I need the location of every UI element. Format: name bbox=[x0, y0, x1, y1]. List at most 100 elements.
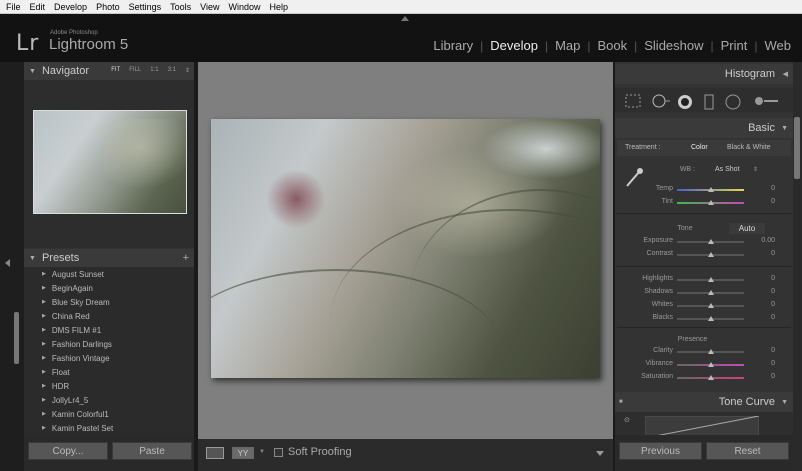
slider-thumb[interactable] bbox=[707, 290, 714, 295]
preset-item[interactable]: ▶ Fashion Darlings bbox=[24, 337, 194, 351]
loupe-view-icon[interactable] bbox=[206, 447, 224, 459]
left-panel: ▼ Navigator FIT FILL 1:1 3:1 ⇕ ▼ Presets… bbox=[24, 62, 194, 471]
folder-triangle-icon: ▶ bbox=[42, 425, 46, 431]
right-panel: Histogram ◀ Basic ▼ Treatment : Color Bl… bbox=[615, 62, 793, 471]
left-scrollbar[interactable] bbox=[14, 312, 19, 364]
paste-button[interactable]: Paste bbox=[112, 442, 192, 460]
folder-triangle-icon: ▶ bbox=[42, 327, 46, 333]
graduated-filter-icon[interactable] bbox=[703, 94, 715, 110]
menu-view[interactable]: View bbox=[200, 2, 219, 12]
zoom-fill[interactable]: FILL bbox=[129, 67, 141, 74]
preset-label: Float bbox=[51, 367, 70, 377]
basic-header[interactable]: Basic ▼ bbox=[615, 118, 793, 138]
preset-label: HDR bbox=[51, 381, 70, 391]
before-after-button[interactable]: YY bbox=[232, 447, 254, 459]
module-develop[interactable]: Develop bbox=[483, 38, 545, 53]
slider-value[interactable]: 0 bbox=[753, 314, 775, 321]
treatment-black-white[interactable]: Black & White bbox=[727, 144, 771, 151]
zoom-1-1[interactable]: 1:1 bbox=[150, 67, 158, 74]
preset-item[interactable]: ▶ DMS FILM #1 bbox=[24, 323, 194, 337]
preset-item[interactable]: ▶ Kamin Pastel Set bbox=[24, 421, 194, 435]
reset-button[interactable]: Reset bbox=[706, 442, 789, 460]
module-library[interactable]: Library bbox=[426, 38, 480, 53]
preset-label: August Sunset bbox=[51, 269, 104, 279]
slider-value[interactable]: 0 bbox=[753, 347, 775, 354]
preset-item[interactable]: ▶ JollyLr4_5 bbox=[24, 393, 194, 407]
preset-item[interactable]: ▶ August Sunset bbox=[24, 267, 194, 281]
tone-curve-header[interactable]: ■ Tone Curve ▼ bbox=[615, 392, 793, 412]
slider-value[interactable]: 0 bbox=[753, 373, 775, 380]
zoom-3-1[interactable]: 3:1 bbox=[168, 67, 176, 74]
toolbar-options-icon[interactable] bbox=[596, 451, 604, 456]
auto-tone-button[interactable]: Auto bbox=[729, 223, 765, 234]
zoom-stepper-icon[interactable]: ⇕ bbox=[185, 67, 190, 74]
slider-value[interactable]: 0 bbox=[753, 360, 775, 367]
spot-removal-icon[interactable] bbox=[651, 94, 671, 108]
slider-value[interactable]: 0 bbox=[753, 301, 775, 308]
crop-overlay-icon[interactable] bbox=[625, 94, 641, 108]
preset-item[interactable]: ▶ China Red bbox=[24, 309, 194, 323]
targeted-adjustment-icon[interactable]: ⊙ bbox=[624, 416, 630, 424]
slider-value[interactable]: 0 bbox=[753, 185, 775, 192]
preset-item[interactable]: ▶ Fashion Vintage bbox=[24, 351, 194, 365]
menu-develop[interactable]: Develop bbox=[54, 2, 87, 12]
presets-header[interactable]: ▼ Presets + bbox=[24, 249, 194, 267]
slider-thumb[interactable] bbox=[707, 349, 714, 354]
module-slideshow[interactable]: Slideshow bbox=[637, 38, 710, 53]
slider-thumb[interactable] bbox=[707, 187, 714, 192]
menu-settings[interactable]: Settings bbox=[129, 2, 162, 12]
collapse-left-panel-icon[interactable] bbox=[5, 259, 10, 267]
module-print[interactable]: Print bbox=[714, 38, 755, 53]
preset-item[interactable]: ▶ Kamin Colorful1 bbox=[24, 407, 194, 421]
slider-value[interactable]: 0 bbox=[753, 275, 775, 282]
slider-thumb[interactable] bbox=[707, 277, 714, 282]
navigator-title: Navigator bbox=[41, 65, 90, 77]
treatment-color[interactable]: Color bbox=[691, 144, 708, 151]
copy-button[interactable]: Copy... bbox=[28, 442, 108, 460]
preset-item[interactable]: ▶ BeginAgain bbox=[24, 281, 194, 295]
menu-file[interactable]: File bbox=[6, 2, 21, 12]
slider-value[interactable]: 0 bbox=[753, 198, 775, 205]
menu-tools[interactable]: Tools bbox=[170, 2, 191, 12]
slider-thumb[interactable] bbox=[707, 362, 714, 367]
red-eye-icon[interactable] bbox=[677, 94, 693, 110]
slider-thumb[interactable] bbox=[707, 252, 714, 257]
module-map[interactable]: Map bbox=[548, 38, 587, 53]
menu-help[interactable]: Help bbox=[270, 2, 289, 12]
right-scrollbar[interactable] bbox=[794, 117, 800, 179]
slider-thumb[interactable] bbox=[707, 303, 714, 308]
menu-photo[interactable]: Photo bbox=[96, 2, 120, 12]
menu-edit[interactable]: Edit bbox=[30, 2, 46, 12]
module-web[interactable]: Web bbox=[758, 38, 799, 53]
menu-window[interactable]: Window bbox=[229, 2, 261, 12]
radial-filter-icon[interactable] bbox=[725, 94, 741, 110]
wb-stepper-icon[interactable]: ⇕ bbox=[753, 166, 758, 173]
collapse-top-panel-icon[interactable] bbox=[401, 16, 409, 21]
histogram-header[interactable]: Histogram ◀ bbox=[615, 64, 793, 84]
slider-thumb[interactable] bbox=[707, 239, 714, 244]
basic-title: Basic bbox=[748, 122, 775, 134]
slider-value[interactable]: 0 bbox=[753, 288, 775, 295]
navigator-header[interactable]: ▼ Navigator FIT FILL 1:1 3:1 ⇕ bbox=[24, 62, 194, 80]
zoom-fit[interactable]: FIT bbox=[111, 67, 120, 74]
main-photo[interactable] bbox=[211, 119, 600, 378]
previous-button[interactable]: Previous bbox=[619, 442, 702, 460]
navigator-thumbnail[interactable] bbox=[33, 110, 187, 214]
folder-triangle-icon: ▶ bbox=[42, 411, 46, 417]
preset-item[interactable]: ▶ HDR bbox=[24, 379, 194, 393]
adjustment-brush-icon[interactable] bbox=[753, 94, 779, 108]
slider-thumb[interactable] bbox=[707, 316, 714, 321]
panel-switch-icon[interactable]: ■ bbox=[619, 399, 623, 405]
slider-value[interactable]: 0.00 bbox=[753, 237, 775, 244]
presence-label: Presence bbox=[677, 336, 708, 343]
soft-proofing-checkbox[interactable] bbox=[274, 448, 283, 457]
preset-label: Fashion Darlings bbox=[51, 339, 112, 349]
module-book[interactable]: Book bbox=[590, 38, 634, 53]
slider-value[interactable]: 0 bbox=[753, 250, 775, 257]
slider-thumb[interactable] bbox=[707, 200, 714, 205]
slider-thumb[interactable] bbox=[707, 375, 714, 380]
before-after-dropdown-icon[interactable]: ▼ bbox=[259, 449, 265, 455]
preset-item[interactable]: ▶ Blue Sky Dream bbox=[24, 295, 194, 309]
preset-item[interactable]: ▶ Float bbox=[24, 365, 194, 379]
add-preset-icon[interactable]: + bbox=[183, 252, 189, 264]
